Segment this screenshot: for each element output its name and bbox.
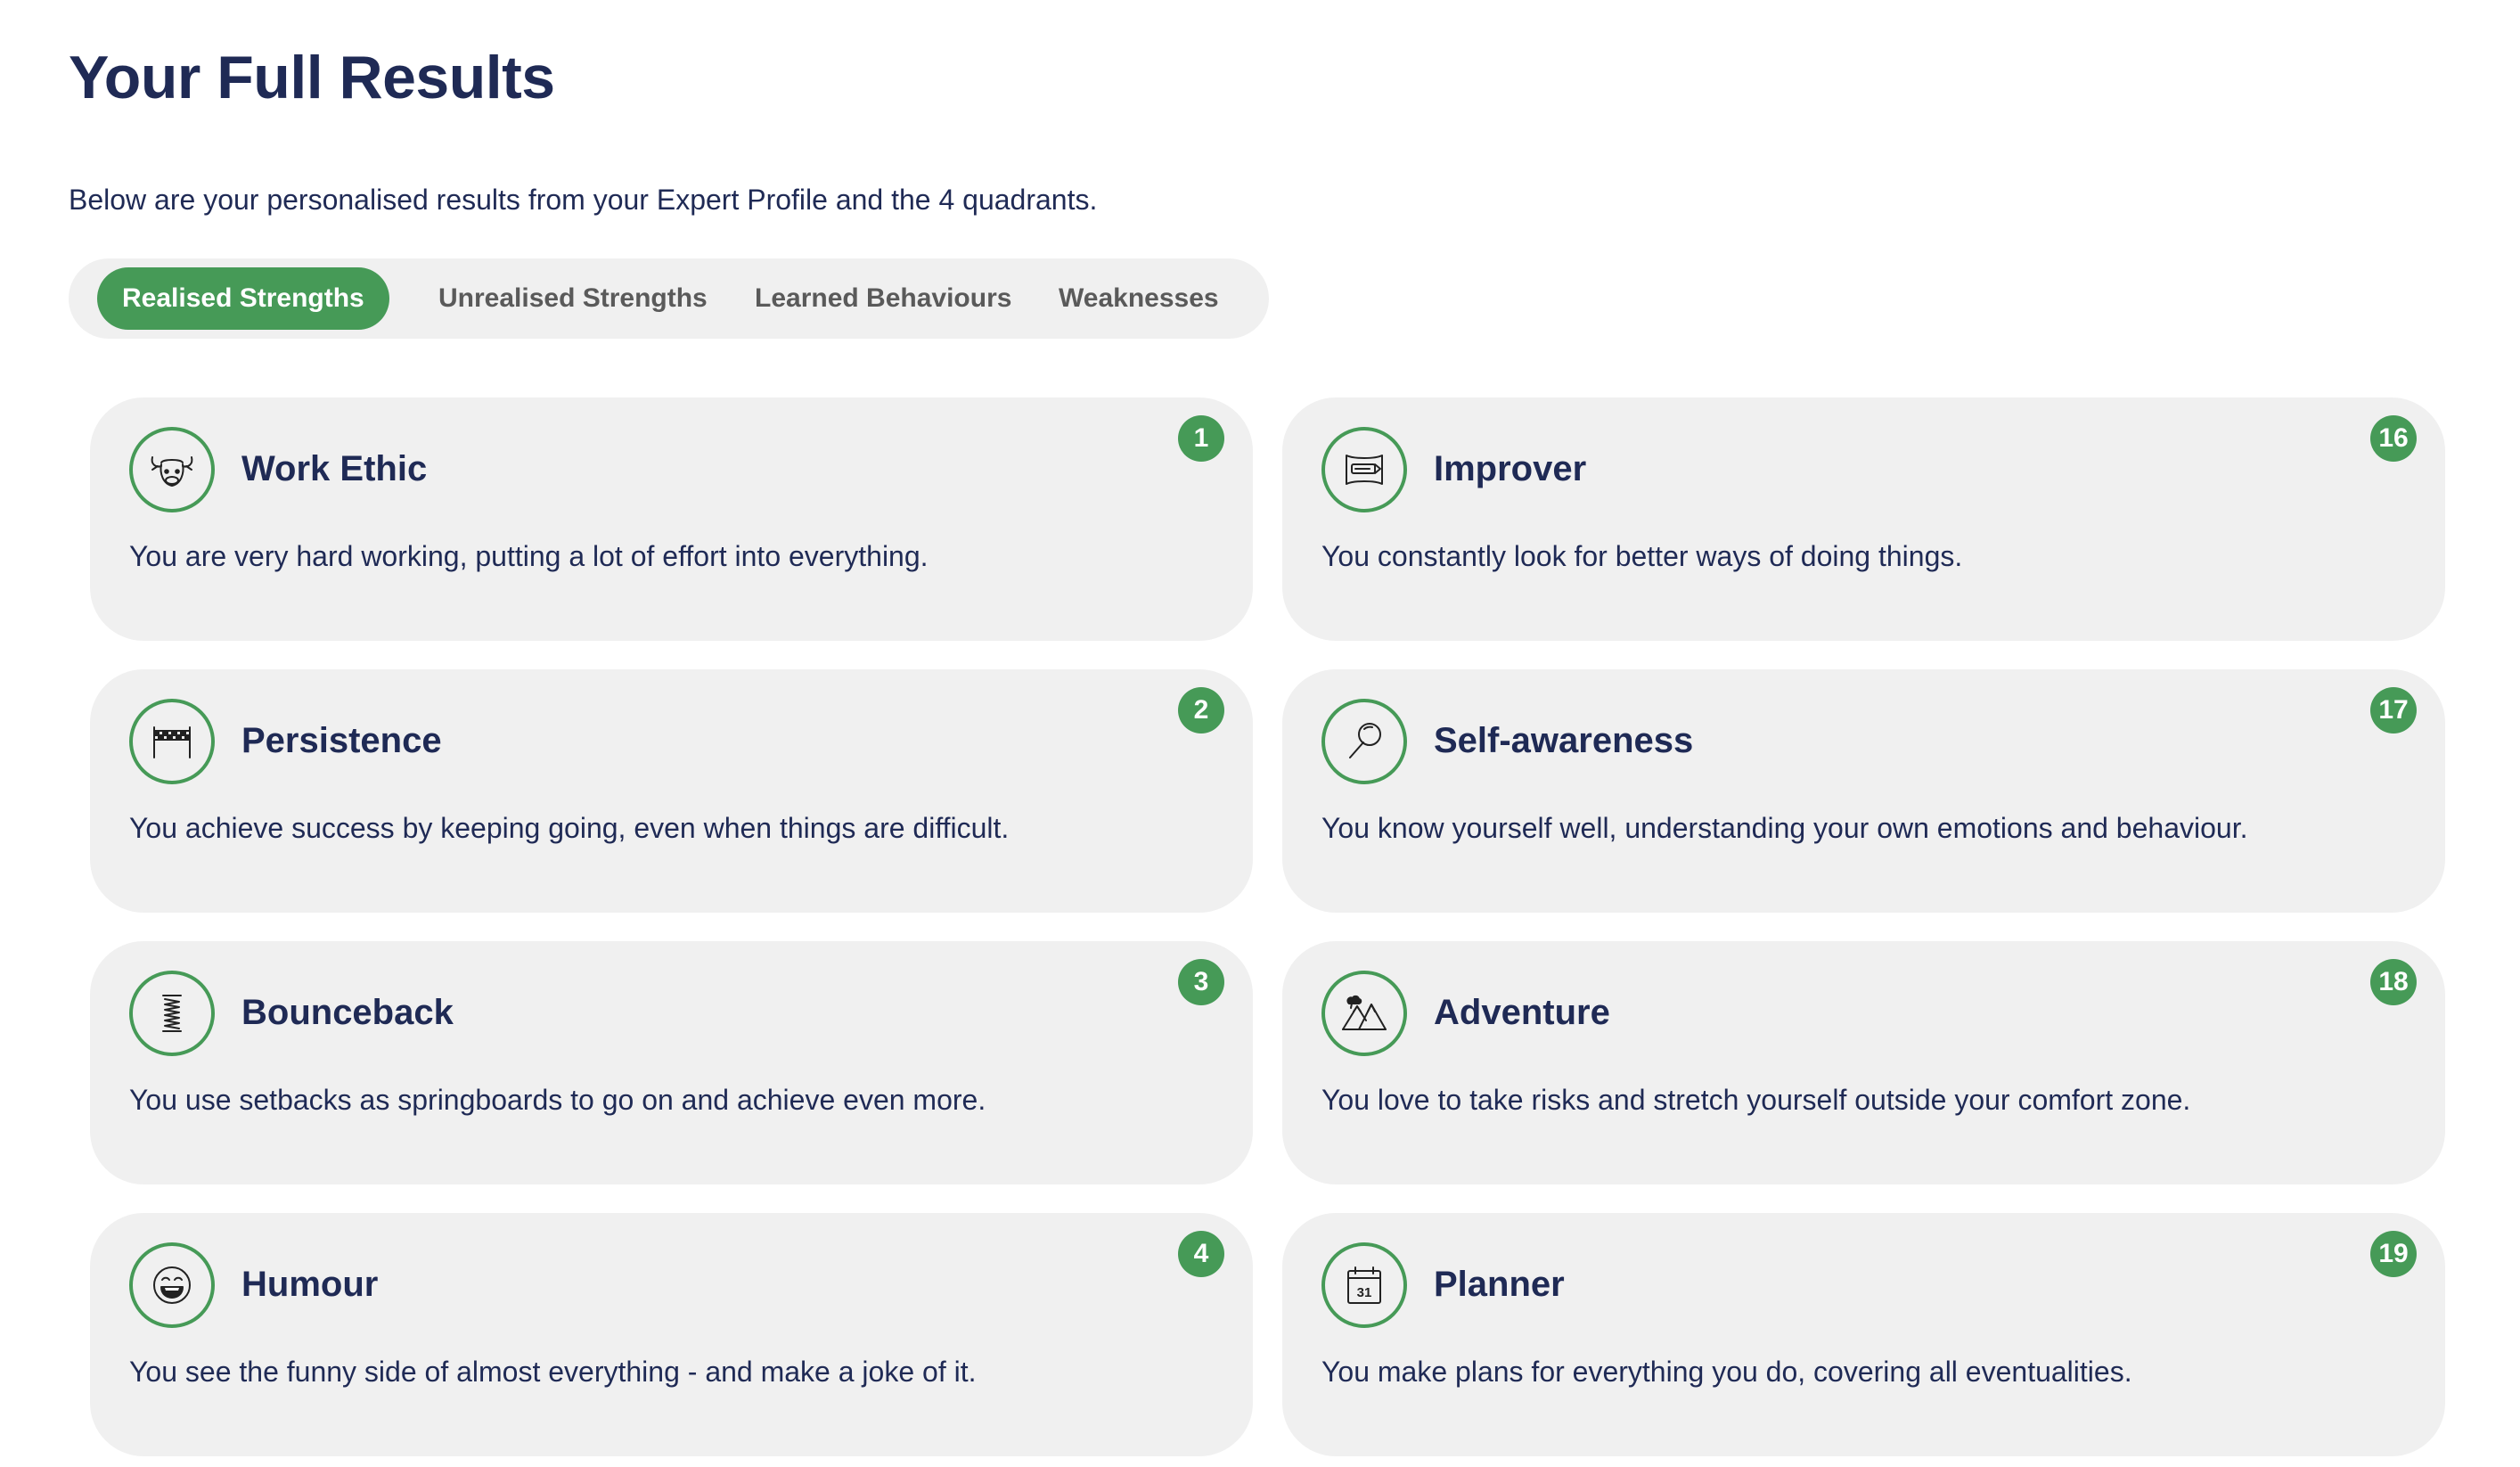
spring-icon (129, 971, 215, 1056)
strength-card-work-ethic: Work Ethic You are very hard working, pu… (90, 397, 1253, 641)
card-title: Bounceback (241, 993, 454, 1032)
laughing-face-icon (129, 1242, 215, 1328)
tab-realised-strengths[interactable]: Realised Strengths (97, 267, 389, 330)
strength-card-adventure: Adventure You love to take risks and str… (1282, 941, 2445, 1184)
results-page: Your Full Results Below are your persona… (0, 0, 2520, 1467)
strength-card-improver: Improver You constantly look for better … (1282, 397, 2445, 641)
card-title: Improver (1434, 449, 1587, 488)
rank-badge: 16 (2370, 415, 2417, 462)
tab-unrealised-strengths[interactable]: Unrealised Strengths (438, 267, 708, 330)
rank-badge: 1 (1178, 415, 1224, 462)
strength-card-humour: Humour You see the funny side of almost … (90, 1213, 1253, 1456)
calendar-date: 31 (1357, 1285, 1372, 1300)
tab-weaknesses[interactable]: Weaknesses (1059, 267, 1219, 330)
quadrant-tabs: Realised Strengths Unrealised Strengths … (69, 258, 1269, 339)
card-title: Persistence (241, 721, 442, 760)
card-description: You know yourself well, understanding yo… (1321, 812, 2248, 844)
strength-card-bounceback: Bounceback You use setbacks as springboa… (90, 941, 1253, 1184)
strength-card-planner: 31 Planner You make plans for everything… (1282, 1213, 2445, 1456)
card-description: You see the funny side of almost everyth… (129, 1356, 977, 1388)
sharpener-icon (1321, 427, 1407, 512)
rank-badge: 4 (1178, 1231, 1224, 1277)
rank-badge: 17 (2370, 687, 2417, 734)
card-description: You make plans for everything you do, co… (1321, 1356, 2132, 1388)
finish-line-icon (129, 699, 215, 784)
tab-learned-behaviours[interactable]: Learned Behaviours (755, 267, 1011, 330)
card-title: Planner (1434, 1265, 1565, 1304)
intro-text: Below are your personalised results from… (69, 184, 1098, 216)
rank-badge: 3 (1178, 959, 1224, 1005)
rank-badge: 18 (2370, 959, 2417, 1005)
card-description: You achieve success by keeping going, ev… (129, 812, 1010, 844)
ox-icon (129, 427, 215, 512)
card-description: You constantly look for better ways of d… (1321, 540, 1963, 572)
magnifying-glass-icon (1321, 699, 1407, 784)
card-title: Work Ethic (241, 449, 428, 488)
card-title: Adventure (1434, 993, 1610, 1032)
card-description: You are very hard working, putting a lot… (129, 540, 929, 572)
calendar-icon: 31 (1321, 1242, 1407, 1328)
strength-card-persistence: Persistence You achieve success by keepi… (90, 669, 1253, 913)
card-title: Self-awareness (1434, 721, 1694, 760)
card-description: You use setbacks as springboards to go o… (129, 1084, 986, 1116)
rank-badge: 2 (1178, 687, 1224, 734)
card-description: You love to take risks and stretch yours… (1321, 1084, 2191, 1116)
strength-card-self-awareness: Self-awareness You know yourself well, u… (1282, 669, 2445, 913)
mountains-icon (1321, 971, 1407, 1056)
rank-badge: 19 (2370, 1231, 2417, 1277)
card-title: Humour (241, 1265, 379, 1304)
page-title: Your Full Results (69, 44, 555, 111)
